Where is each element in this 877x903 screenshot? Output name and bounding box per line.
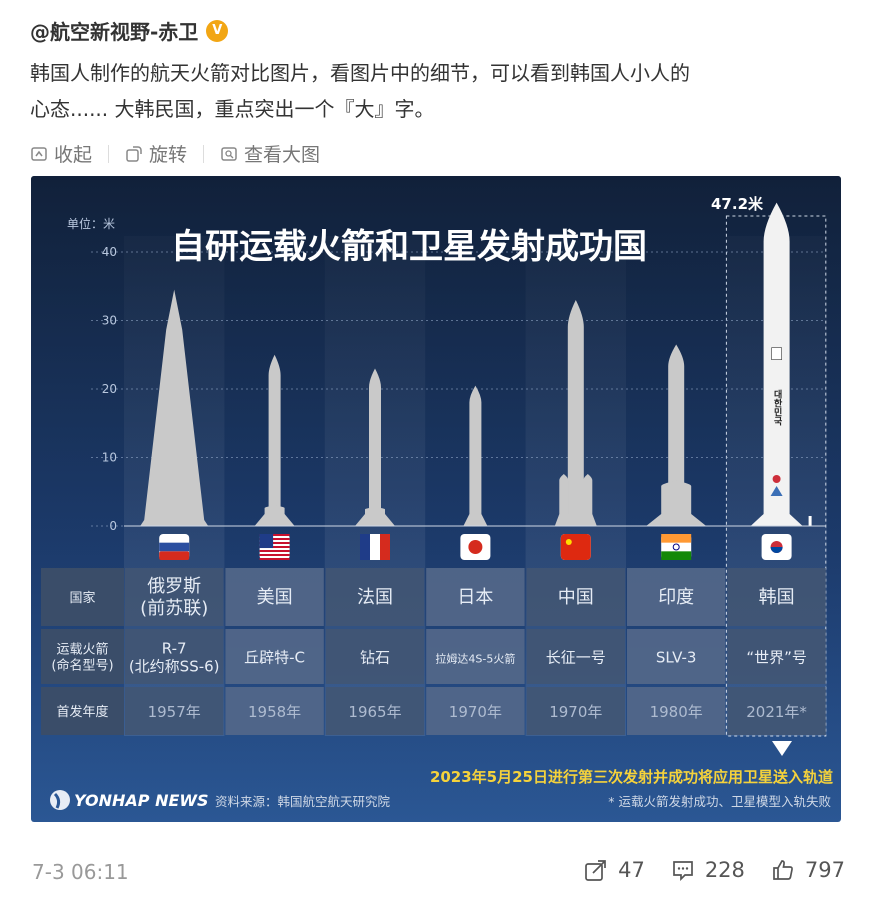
table-cell-text: 1957年 — [148, 703, 201, 721]
table-cell-text: 1980年 — [650, 703, 703, 721]
post-text: 韩国人制作的航天火箭对比图片，看图片中的细节，可以看到韩国人小人的 心态....… — [30, 55, 850, 127]
table-cell-text: 长征一号 — [546, 649, 606, 667]
table-cell-text: 钻石 — [360, 649, 390, 667]
table-cell-text: 丘辟特-C — [244, 649, 305, 667]
post-text-line: 韩国人制作的航天火箭对比图片，看图片中的细节，可以看到韩国人小人的 — [30, 61, 690, 85]
view-large-button[interactable]: 查看大图 — [220, 140, 320, 167]
collapse-icon — [31, 146, 47, 161]
table-cell-text: 1970年 — [549, 703, 602, 721]
post-timestamp: 7-3 06:11 — [32, 860, 129, 884]
table-cell-text: 美国 — [257, 587, 293, 608]
yonhap-logo: YONHAP NEWS — [50, 790, 209, 810]
info-table: 国家俄罗斯(前苏联)美国 法国 日本 中国 印度 韩国运载火箭(命名型号)R-7 (北约称S… — [41, 568, 826, 735]
table-cell-text: 2021年* — [746, 703, 807, 721]
logo-text: YONHAP NEWS — [74, 791, 209, 810]
y-tick-label: 20 — [102, 382, 117, 396]
like-count: 797 — [804, 858, 845, 882]
post-author[interactable]: @航空新视野-赤卫 V — [30, 16, 229, 45]
flag-field — [560, 534, 591, 560]
like-button[interactable]: 797 — [771, 858, 845, 882]
table-cell-text: 日本 — [457, 587, 493, 608]
comment-button[interactable]: 228 — [671, 858, 745, 882]
post-footer: 7-3 06:11 47 228 797 — [0, 850, 877, 900]
post-text-line: 心态...... 大韩民国，重点突出一个『大』字。 — [30, 97, 435, 121]
rocket-infographic-image[interactable]: 40 30 20 10 0 单位：米 自研运载火箭和卫星发射成功国 47.2米 대한민국… — [31, 176, 841, 822]
table-cell-text: SLV-3 — [656, 649, 697, 667]
infographic-title: 自研运载火箭和卫星发射成功国 — [171, 227, 647, 267]
y-tick-label: 40 — [102, 245, 117, 259]
infographic-canvas: 40 30 20 10 0 单位：米 自研运载火箭和卫星发射成功国 47.2米 대한민국… — [31, 176, 841, 822]
collapse-label: 收起 — [54, 144, 93, 166]
height-callout: 47.2米 — [711, 195, 764, 213]
y-tick-label: 0 — [109, 519, 117, 533]
person-scale-icon — [808, 516, 812, 526]
table-cell-text: 印度 — [658, 587, 694, 608]
share-count: 47 — [618, 858, 645, 882]
share-button[interactable]: 47 — [584, 858, 645, 882]
flag-stripe — [360, 534, 370, 560]
collapse-button[interactable]: 收起 — [30, 140, 92, 167]
y-tick-label: 10 — [102, 451, 117, 465]
rotate-button[interactable]: 旋转 — [125, 140, 187, 167]
table-cell-text: 拉姆达4S-5火箭 — [435, 652, 515, 666]
table-cell-text: 1965年 — [348, 703, 401, 721]
flag-stripe — [259, 554, 290, 556]
france-flag — [360, 534, 390, 560]
highlight-note: 2023年5月25日进行第三次发射并成功将应用卫星送入轨道 — [430, 768, 833, 786]
table-cell-text: 俄罗斯(前苏联) — [140, 576, 208, 619]
author-name[interactable]: @航空新视野-赤卫 — [30, 16, 198, 45]
table-cell-text: 1970年 — [449, 703, 502, 721]
view-large-label: 查看大图 — [244, 144, 321, 166]
rotate-label: 旋转 — [149, 144, 188, 166]
table-cell-text: 法国 — [357, 587, 393, 608]
source-label: 资料来源：韩国航空航天研究院 — [215, 794, 391, 809]
korea-flag — [761, 534, 792, 560]
share-icon — [585, 860, 606, 881]
korea-flag-on-rocket — [771, 347, 782, 360]
unit-label: 单位：米 — [67, 216, 115, 231]
comment-count: 228 — [704, 858, 745, 882]
korea-rocket-text: 대한민국 — [772, 389, 782, 427]
russia-flag — [159, 534, 190, 560]
row-header-label: 运载火箭(命名型号) — [51, 642, 113, 674]
image-toolbar: 收起 旋转 查看大图 — [30, 140, 320, 167]
flag-stripe — [159, 542, 190, 552]
post-actions: 47 228 797 — [584, 858, 845, 882]
table-cell-text: “世界”号 — [746, 649, 807, 667]
flag-stripe — [259, 550, 290, 552]
like-icon — [773, 860, 793, 880]
rotate-icon — [126, 145, 142, 162]
india-flag — [661, 534, 692, 560]
toolbar-divider — [203, 144, 205, 163]
flag-sun — [468, 540, 483, 554]
flag-star — [565, 539, 572, 545]
y-tick-label: 30 — [102, 314, 117, 328]
view-large-icon — [221, 146, 237, 161]
flag-stripe — [661, 534, 692, 543]
china-flag — [560, 534, 591, 560]
flag-stripe — [159, 551, 190, 560]
flag-canton — [259, 534, 274, 549]
japan-flag — [460, 534, 491, 560]
table-cell-text: 中国 — [558, 587, 594, 608]
footnote: * 运载火箭发射成功、卫星模型入轨失败 — [608, 794, 831, 809]
row-header-label: 国家 — [69, 590, 95, 606]
row-header-label: 首发年度 — [56, 704, 108, 720]
comment-icon — [672, 861, 693, 882]
table-cell-text: 1958年 — [248, 703, 301, 721]
verified-badge-icon: V — [206, 19, 229, 42]
toolbar-divider — [108, 144, 110, 163]
flag-stripe — [661, 551, 692, 560]
table-cell-text: 韩国 — [759, 587, 795, 608]
korea-emblem — [772, 475, 781, 483]
flag-stripe — [259, 558, 290, 560]
usa-flag — [259, 534, 290, 560]
flag-stripe — [380, 534, 390, 560]
